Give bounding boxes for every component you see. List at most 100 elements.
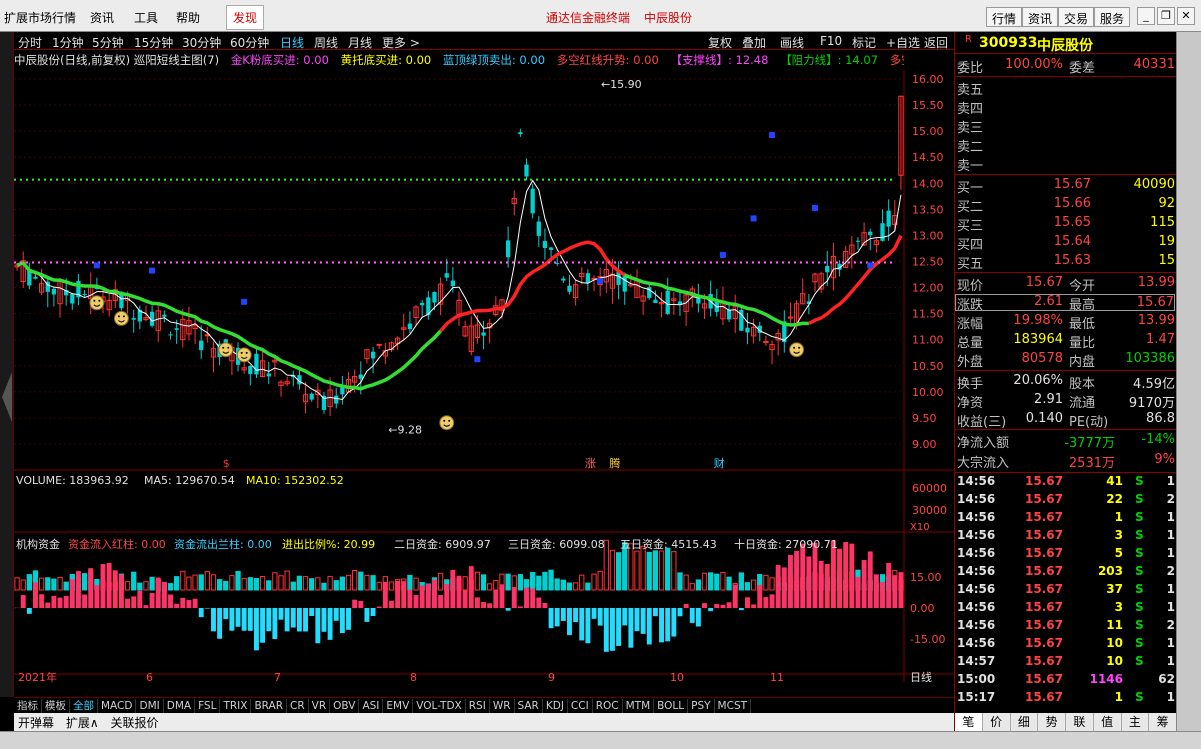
indicator-tab-22[interactable]: BOLL xyxy=(654,699,689,713)
btn-news[interactable]: 资讯 xyxy=(1022,7,1059,27)
tab-period-30min[interactable]: 30分钟 xyxy=(182,34,221,51)
quote-tab-4[interactable]: 联 xyxy=(1066,713,1094,731)
menu-item-help[interactable]: 帮助 xyxy=(176,9,200,26)
btn-f10[interactable]: F10 xyxy=(820,34,842,48)
tab-period-month[interactable]: 月线 xyxy=(348,34,372,51)
indicator-tab-11[interactable]: OBV xyxy=(330,699,360,713)
quote-tab-3[interactable]: 势 xyxy=(1038,713,1066,731)
btn-back[interactable]: 返回 xyxy=(924,34,948,51)
value2: 92 xyxy=(1158,196,1175,211)
indicator-tab-0[interactable]: 指标 xyxy=(14,699,42,713)
quote-tab-2[interactable]: 细 xyxy=(1011,713,1039,731)
volume-bar xyxy=(352,570,358,591)
smiley-eye xyxy=(240,351,243,354)
btn-service[interactable]: 服务 xyxy=(1094,7,1131,27)
indicator-tab-21[interactable]: MTM xyxy=(623,699,655,713)
candle-body xyxy=(763,340,769,343)
ma-line-white xyxy=(16,179,902,401)
value2: 15 xyxy=(1158,253,1175,268)
indicator-tab-8[interactable]: BRAR xyxy=(251,699,287,713)
fund-bar xyxy=(585,608,591,644)
fund-bar xyxy=(370,608,376,616)
price-axis-label: 15.00 xyxy=(912,125,944,138)
close-icon[interactable]: ✕ xyxy=(1177,7,1195,25)
indicator-tab-1[interactable]: 模板 xyxy=(42,699,70,713)
stat-row-2: 涨幅 19.98% 最低 13.99 xyxy=(955,312,1177,332)
fund-bar xyxy=(211,608,216,632)
indicator-tab-24[interactable]: MCST xyxy=(715,699,752,713)
indicator-tab-18[interactable]: KDJ xyxy=(543,699,568,713)
volume-bar xyxy=(51,578,57,591)
volume-bar xyxy=(278,575,284,591)
btn-related-quote[interactable]: 关联报价 xyxy=(106,713,162,732)
indicator-tab-10[interactable]: VR xyxy=(309,699,331,713)
btn-danmu[interactable]: 开弹幕 xyxy=(14,713,58,732)
btn-extend[interactable]: 扩展∧ xyxy=(62,713,103,732)
btn-mark[interactable]: 标记 xyxy=(852,34,876,51)
tab-period-15min[interactable]: 15分钟 xyxy=(134,34,173,51)
indicator-tab-17[interactable]: SAR xyxy=(515,699,543,713)
collapse-arrow-icon[interactable] xyxy=(2,372,12,422)
fund-bar xyxy=(112,570,118,608)
tab-period-day[interactable]: 日线 xyxy=(280,34,304,51)
volume-bar xyxy=(536,575,542,591)
indicator-tab-20[interactable]: ROC xyxy=(593,699,623,713)
month-label: 9 xyxy=(548,671,555,682)
indicator-tab-15[interactable]: RSI xyxy=(466,699,490,713)
btn-overlay[interactable]: 叠加 xyxy=(742,34,766,51)
volume-bar xyxy=(505,573,511,591)
tab-period-5min[interactable]: 5分钟 xyxy=(92,34,124,51)
tab-period-tick[interactable]: 分时 xyxy=(18,34,42,51)
fund-bar xyxy=(125,598,131,608)
tab-period-more[interactable]: 更多 > xyxy=(382,34,420,51)
tick-row: 14:56 15.67 10 S 1 xyxy=(957,636,1175,650)
indicator-tab-5[interactable]: DMA xyxy=(164,699,196,713)
menu-item-tools[interactable]: 工具 xyxy=(134,9,158,26)
fund-bar xyxy=(309,608,315,616)
indicator-tab-3[interactable]: MACD xyxy=(98,699,137,713)
quote-tab-7[interactable]: 筹 xyxy=(1149,713,1177,731)
indicator-tab-12[interactable]: ASI xyxy=(359,699,384,713)
left-collapse-strip[interactable] xyxy=(0,32,14,697)
btn-trade[interactable]: 交易 xyxy=(1058,7,1095,27)
fund-bar xyxy=(198,608,204,618)
tab-period-1min[interactable]: 1分钟 xyxy=(52,34,84,51)
menu-item-discover[interactable]: 发现 xyxy=(226,5,265,30)
fund-bar xyxy=(603,608,609,652)
btn-adjust[interactable]: 复权 xyxy=(708,34,732,51)
indicator-tab-7[interactable]: TRIX xyxy=(220,699,252,713)
quote-tab-0[interactable]: 笔 xyxy=(955,713,983,731)
window-controls: _ ❐ ✕ xyxy=(1137,7,1195,25)
indicator-tab-6[interactable]: FSL xyxy=(195,699,221,713)
indicator-tab-9[interactable]: CR xyxy=(287,699,309,713)
status-bar xyxy=(0,731,1201,749)
price-axis-label: 13.50 xyxy=(912,203,944,216)
btn-add-favorite[interactable]: +自选 xyxy=(886,34,920,51)
indicator-tab-16[interactable]: WR xyxy=(490,699,515,713)
tab-period-week[interactable]: 周线 xyxy=(314,34,338,51)
fund-bar xyxy=(419,585,425,608)
indicator-tab-19[interactable]: CCI xyxy=(568,699,593,713)
indicator-tab-13[interactable]: EMV xyxy=(383,699,414,713)
quote-tab-1[interactable]: 价 xyxy=(983,713,1011,731)
volume-bar xyxy=(665,547,671,591)
minimize-icon[interactable]: _ xyxy=(1137,7,1155,25)
fund-bar xyxy=(260,608,266,643)
menu-item-ext[interactable]: 扩展市场行情 xyxy=(4,9,76,26)
indicator-tab-2[interactable]: 全部 xyxy=(70,699,98,713)
btn-draw[interactable]: 画线 xyxy=(780,34,804,51)
indicator-tab-14[interactable]: VOL-TDX xyxy=(413,699,466,713)
indicator-tab-23[interactable]: PSY xyxy=(688,699,715,713)
btn-market[interactable]: 行情 xyxy=(986,7,1023,27)
indicator-tab-4[interactable]: DMI xyxy=(136,699,164,713)
menu-item-info[interactable]: 资讯 xyxy=(90,9,114,26)
kline-chart[interactable]: 16.00 15.50 15.00 14.50 14.00 13.50 13.00 12.50… xyxy=(14,70,954,682)
quote-tab-6[interactable]: 主 xyxy=(1122,713,1150,731)
fund-label-4: 二日资金: 6909.97 xyxy=(394,537,491,551)
restore-icon[interactable]: ❐ xyxy=(1157,7,1175,25)
quote-tab-5[interactable]: 值 xyxy=(1094,713,1122,731)
tick-row: 14:56 15.67 3 S 1 xyxy=(957,600,1175,614)
smiley-eye xyxy=(93,299,96,302)
tab-period-60min[interactable]: 60分钟 xyxy=(230,34,269,51)
volume-bar xyxy=(223,580,229,591)
